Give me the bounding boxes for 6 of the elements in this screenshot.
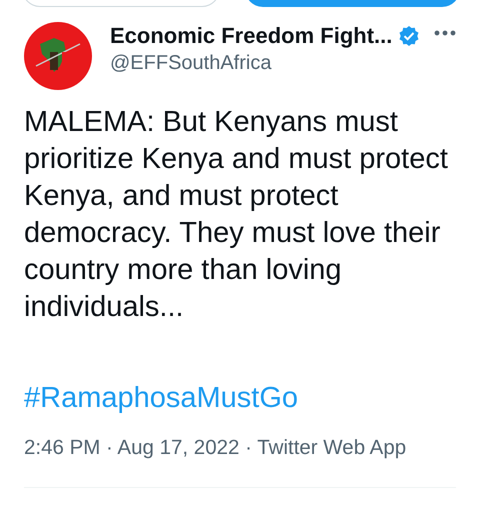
- avatar-icon[interactable]: [24, 22, 92, 90]
- tweet-timestamp: 2:46 PM · Aug 17, 2022 · Twitter Web App: [24, 435, 408, 461]
- author-handle[interactable]: @EFFSouthAfrica: [110, 50, 434, 76]
- more-icon[interactable]: [434, 30, 456, 36]
- author-name[interactable]: Economic Freedom Fight...: [110, 22, 392, 50]
- tweet-text: MALEMA: But Kenyans must prioritize Kenya and must protect Kenya, and must protect democracy. They must love their country more than loving individuals...: [24, 105, 449, 325]
